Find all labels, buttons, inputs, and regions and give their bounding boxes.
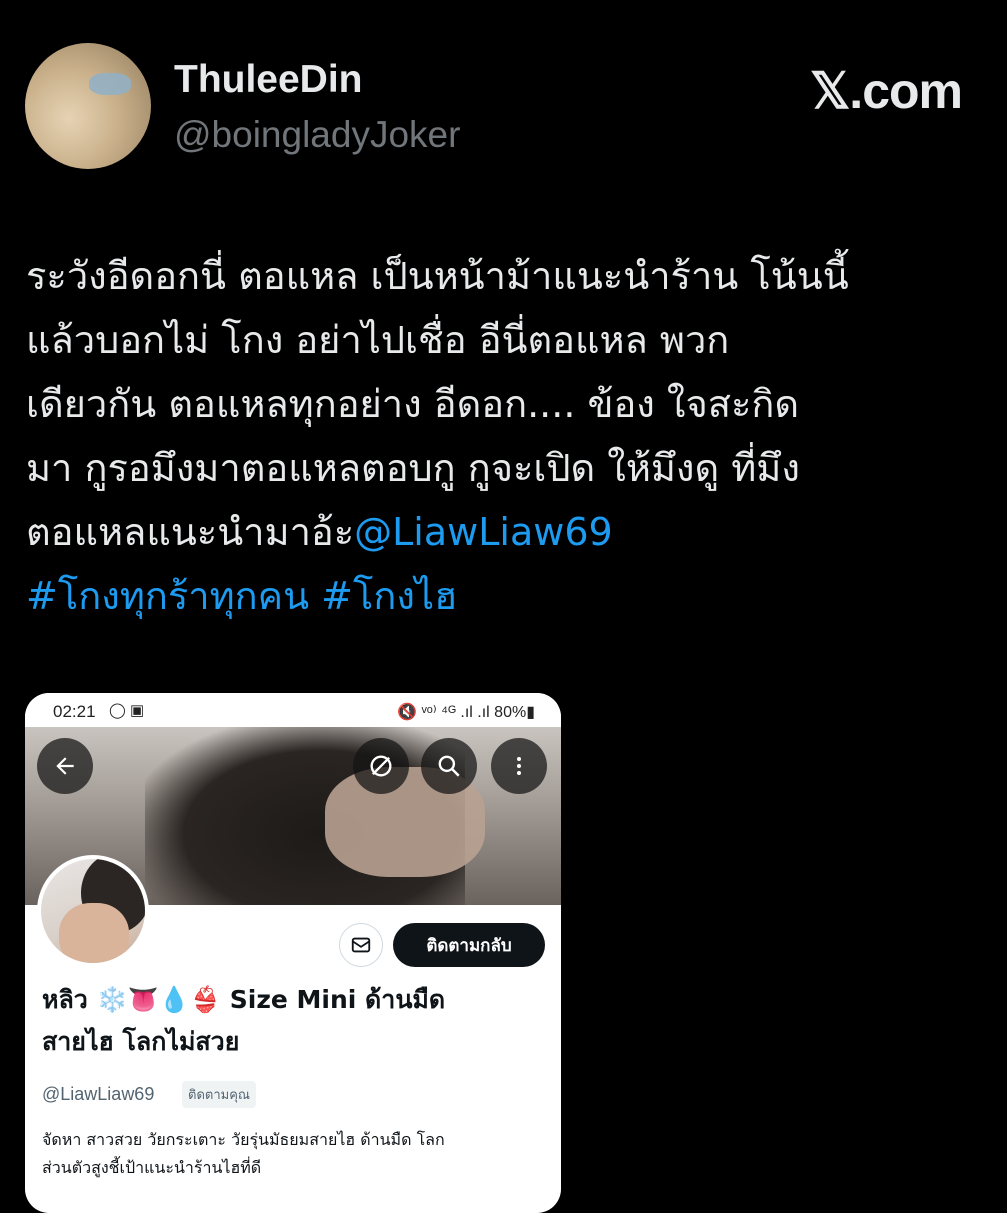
profile-avatar[interactable] [37, 855, 149, 967]
tweet-line: ระวังอีดอกนี่ ตอแหล เป็นหน้าม้าแนะนำร้าน… [26, 254, 849, 298]
author-avatar[interactable] [25, 43, 151, 169]
tweet-line: ตอแหลแนะนำมาอ้ะ@LiawLiaw69 [26, 500, 986, 564]
tweet-text: ระวังอีดอกนี่ ตอแหล เป็นหน้าม้าแนะนำร้าน… [26, 244, 986, 628]
tweet-line: แล้วบอกไม่ โกง อย่าไปเชื่อ อีนี่ตอแหล พว… [26, 318, 730, 362]
more-options-icon[interactable] [491, 738, 547, 794]
author-handle[interactable]: @boingladyJoker [174, 114, 460, 156]
x-logo: 𝕏.com [810, 63, 963, 119]
back-arrow-icon[interactable] [37, 738, 93, 794]
avatar-detail [89, 73, 131, 95]
follows-you-badge: ติดตามคุณ [182, 1081, 256, 1108]
bio-line: จัดหา สาวสวย วัยกระเตาะ วัยรุ่นมัธยมสายไ… [42, 1130, 445, 1149]
profile-name-line: สายไฮ โลกไม่สวย [42, 1027, 240, 1056]
notification-icons: ◯ ▣ [109, 702, 145, 719]
hashtags-link[interactable]: #โกงทุกร้าทุกคน #โกงไฮ [26, 564, 986, 628]
profile-handle: @LiawLiaw69 [42, 1084, 155, 1104]
profile-name-line: หลิว ❄️👅💧👙 Size Mini ด้านมืด [42, 985, 446, 1014]
envelope-icon [351, 937, 371, 953]
mention-link[interactable]: @LiawLiaw69 [354, 510, 613, 554]
profile-name: หลิว ❄️👅💧👙 Size Mini ด้านมืด สายไฮ โลกไม… [42, 979, 552, 1063]
bio-line: ส่วนตัวสูงชี้เป้าแนะนำร้านไฮที่ดี [42, 1158, 262, 1177]
profile-bio: จัดหา สาวสวย วัยกระเตาะ วัยรุ่นมัธยมสายไ… [42, 1126, 552, 1182]
search-icon[interactable] [421, 738, 477, 794]
follow-back-button[interactable]: ติดตามกลับ [393, 923, 545, 967]
phone-status-bar: 02:21 ◯ ▣ 🔇 ᵛᵒ⁾ ⁴ᴳ .ıl .ıl 80%▮ [25, 693, 561, 727]
tweet-line: เดียวกัน ตอแหลทุกอย่าง อีดอก.... ข้อง ใจ… [26, 382, 800, 426]
grok-icon[interactable] [353, 738, 409, 794]
attached-screenshot[interactable]: 02:21 ◯ ▣ 🔇 ᵛᵒ⁾ ⁴ᴳ .ıl .ıl 80%▮ ติดตามกล… [25, 693, 561, 1213]
battery-signal-icons: 🔇 ᵛᵒ⁾ ⁴ᴳ .ıl .ıl 80%▮ [397, 704, 535, 721]
author-display-name[interactable]: ThuleeDin [174, 58, 363, 102]
avatar-photo-detail [59, 903, 129, 963]
message-button[interactable] [339, 923, 383, 967]
tweet-line-text: ตอแหลแนะนำมาอ้ะ [26, 510, 355, 554]
tweet-line: มา กูรอมึงมาตอแหลตอบกู กูจะเปิด ให้มึงดู… [26, 446, 800, 490]
status-time: 02:21 [53, 702, 96, 721]
